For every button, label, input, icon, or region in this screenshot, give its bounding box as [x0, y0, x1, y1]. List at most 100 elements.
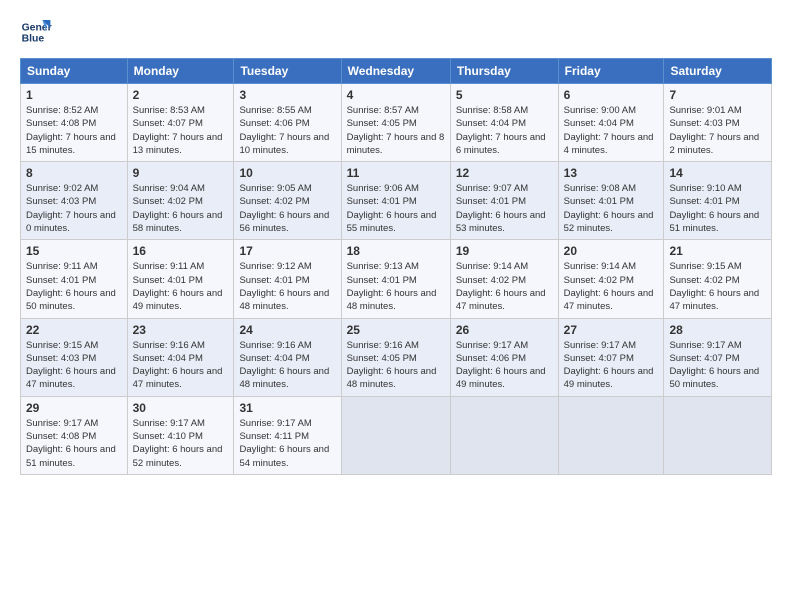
calendar-cell: 10 Sunrise: 9:05 AM Sunset: 4:02 PM Dayl…: [234, 162, 341, 240]
day-number: 19: [456, 244, 553, 258]
day-number: 7: [669, 88, 766, 102]
day-number: 5: [456, 88, 553, 102]
sunrise-label: Sunrise: 9:17 AM: [669, 340, 741, 351]
sunset-label: Sunset: 4:01 PM: [347, 275, 417, 286]
calendar-cell: 6 Sunrise: 9:00 AM Sunset: 4:04 PM Dayli…: [558, 84, 664, 162]
calendar-cell: 17 Sunrise: 9:12 AM Sunset: 4:01 PM Dayl…: [234, 240, 341, 318]
column-header-sunday: Sunday: [21, 59, 128, 84]
column-header-wednesday: Wednesday: [341, 59, 450, 84]
sunrise-label: Sunrise: 9:06 AM: [347, 183, 419, 194]
day-info: Sunrise: 9:16 AM Sunset: 4:04 PM Dayligh…: [239, 339, 335, 392]
day-number: 27: [564, 323, 659, 337]
day-number: 3: [239, 88, 335, 102]
sunrise-label: Sunrise: 9:14 AM: [564, 261, 636, 272]
daylight-label: Daylight: 6 hours and 49 minutes.: [564, 366, 654, 390]
day-info: Sunrise: 9:17 AM Sunset: 4:07 PM Dayligh…: [564, 339, 659, 392]
calendar-cell: 23 Sunrise: 9:16 AM Sunset: 4:04 PM Dayl…: [127, 318, 234, 396]
week-row-2: 8 Sunrise: 9:02 AM Sunset: 4:03 PM Dayli…: [21, 162, 772, 240]
sunrise-label: Sunrise: 9:17 AM: [564, 340, 636, 351]
day-info: Sunrise: 9:00 AM Sunset: 4:04 PM Dayligh…: [564, 104, 659, 157]
calendar-cell: 27 Sunrise: 9:17 AM Sunset: 4:07 PM Dayl…: [558, 318, 664, 396]
daylight-label: Daylight: 6 hours and 55 minutes.: [347, 210, 437, 234]
sunset-label: Sunset: 4:08 PM: [26, 431, 96, 442]
sunrise-label: Sunrise: 9:11 AM: [26, 261, 98, 272]
sunset-label: Sunset: 4:06 PM: [456, 353, 526, 364]
sunset-label: Sunset: 4:01 PM: [669, 196, 739, 207]
sunset-label: Sunset: 4:03 PM: [26, 196, 96, 207]
day-info: Sunrise: 9:13 AM Sunset: 4:01 PM Dayligh…: [347, 260, 445, 313]
week-row-4: 22 Sunrise: 9:15 AM Sunset: 4:03 PM Dayl…: [21, 318, 772, 396]
sunrise-label: Sunrise: 9:04 AM: [133, 183, 205, 194]
column-header-monday: Monday: [127, 59, 234, 84]
day-number: 13: [564, 166, 659, 180]
daylight-label: Daylight: 6 hours and 58 minutes.: [133, 210, 223, 234]
calendar-cell: 9 Sunrise: 9:04 AM Sunset: 4:02 PM Dayli…: [127, 162, 234, 240]
week-row-1: 1 Sunrise: 8:52 AM Sunset: 4:08 PM Dayli…: [21, 84, 772, 162]
svg-text:Blue: Blue: [22, 34, 45, 45]
sunrise-label: Sunrise: 9:14 AM: [456, 261, 528, 272]
calendar-cell: 2 Sunrise: 8:53 AM Sunset: 4:07 PM Dayli…: [127, 84, 234, 162]
daylight-label: Daylight: 6 hours and 54 minutes.: [239, 444, 329, 468]
day-info: Sunrise: 9:14 AM Sunset: 4:02 PM Dayligh…: [456, 260, 553, 313]
sunrise-label: Sunrise: 8:52 AM: [26, 105, 98, 116]
sunset-label: Sunset: 4:02 PM: [239, 196, 309, 207]
logo: General Blue: [20, 16, 52, 48]
daylight-label: Daylight: 7 hours and 13 minutes.: [133, 132, 223, 156]
calendar-cell: 24 Sunrise: 9:16 AM Sunset: 4:04 PM Dayl…: [234, 318, 341, 396]
daylight-label: Daylight: 6 hours and 47 minutes.: [133, 366, 223, 390]
sunset-label: Sunset: 4:03 PM: [26, 353, 96, 364]
sunset-label: Sunset: 4:07 PM: [133, 118, 203, 129]
sunset-label: Sunset: 4:08 PM: [26, 118, 96, 129]
sunset-label: Sunset: 4:04 PM: [564, 118, 634, 129]
daylight-label: Daylight: 6 hours and 48 minutes.: [239, 366, 329, 390]
day-number: 17: [239, 244, 335, 258]
day-number: 24: [239, 323, 335, 337]
sunset-label: Sunset: 4:04 PM: [133, 353, 203, 364]
calendar: SundayMondayTuesdayWednesdayThursdayFrid…: [20, 58, 772, 475]
sunset-label: Sunset: 4:02 PM: [669, 275, 739, 286]
day-number: 26: [456, 323, 553, 337]
day-info: Sunrise: 9:15 AM Sunset: 4:03 PM Dayligh…: [26, 339, 122, 392]
calendar-cell: 19 Sunrise: 9:14 AM Sunset: 4:02 PM Dayl…: [450, 240, 558, 318]
sunset-label: Sunset: 4:06 PM: [239, 118, 309, 129]
sunrise-label: Sunrise: 8:55 AM: [239, 105, 311, 116]
sunset-label: Sunset: 4:05 PM: [347, 353, 417, 364]
sunrise-label: Sunrise: 8:53 AM: [133, 105, 205, 116]
day-info: Sunrise: 9:17 AM Sunset: 4:06 PM Dayligh…: [456, 339, 553, 392]
sunset-label: Sunset: 4:02 PM: [564, 275, 634, 286]
day-info: Sunrise: 9:05 AM Sunset: 4:02 PM Dayligh…: [239, 182, 335, 235]
calendar-cell: 20 Sunrise: 9:14 AM Sunset: 4:02 PM Dayl…: [558, 240, 664, 318]
day-number: 2: [133, 88, 229, 102]
sunset-label: Sunset: 4:01 PM: [347, 196, 417, 207]
calendar-cell: 4 Sunrise: 8:57 AM Sunset: 4:05 PM Dayli…: [341, 84, 450, 162]
sunrise-label: Sunrise: 9:15 AM: [669, 261, 741, 272]
day-info: Sunrise: 9:04 AM Sunset: 4:02 PM Dayligh…: [133, 182, 229, 235]
calendar-cell: [664, 396, 772, 474]
calendar-cell: [558, 396, 664, 474]
daylight-label: Daylight: 6 hours and 48 minutes.: [239, 288, 329, 312]
day-info: Sunrise: 9:06 AM Sunset: 4:01 PM Dayligh…: [347, 182, 445, 235]
calendar-header-row: SundayMondayTuesdayWednesdayThursdayFrid…: [21, 59, 772, 84]
sunset-label: Sunset: 4:11 PM: [239, 431, 309, 442]
calendar-cell: 11 Sunrise: 9:06 AM Sunset: 4:01 PM Dayl…: [341, 162, 450, 240]
sunset-label: Sunset: 4:01 PM: [564, 196, 634, 207]
calendar-cell: 8 Sunrise: 9:02 AM Sunset: 4:03 PM Dayli…: [21, 162, 128, 240]
day-info: Sunrise: 8:53 AM Sunset: 4:07 PM Dayligh…: [133, 104, 229, 157]
sunset-label: Sunset: 4:01 PM: [133, 275, 203, 286]
day-info: Sunrise: 9:02 AM Sunset: 4:03 PM Dayligh…: [26, 182, 122, 235]
day-info: Sunrise: 9:10 AM Sunset: 4:01 PM Dayligh…: [669, 182, 766, 235]
daylight-label: Daylight: 6 hours and 48 minutes.: [347, 288, 437, 312]
day-number: 18: [347, 244, 445, 258]
day-number: 14: [669, 166, 766, 180]
calendar-cell: [450, 396, 558, 474]
sunrise-label: Sunrise: 9:00 AM: [564, 105, 636, 116]
sunset-label: Sunset: 4:01 PM: [239, 275, 309, 286]
sunset-label: Sunset: 4:02 PM: [133, 196, 203, 207]
day-number: 10: [239, 166, 335, 180]
daylight-label: Daylight: 6 hours and 50 minutes.: [26, 288, 116, 312]
day-info: Sunrise: 9:14 AM Sunset: 4:02 PM Dayligh…: [564, 260, 659, 313]
day-number: 31: [239, 401, 335, 415]
calendar-cell: 31 Sunrise: 9:17 AM Sunset: 4:11 PM Dayl…: [234, 396, 341, 474]
calendar-body: 1 Sunrise: 8:52 AM Sunset: 4:08 PM Dayli…: [21, 84, 772, 475]
sunset-label: Sunset: 4:10 PM: [133, 431, 203, 442]
